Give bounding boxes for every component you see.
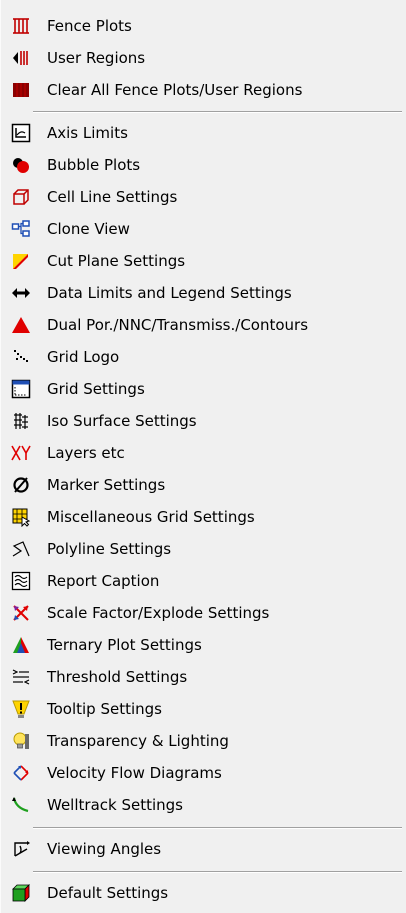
cell-line-icon	[11, 187, 31, 207]
menu-item-label: Report Caption	[47, 572, 160, 590]
viewing-angles-icon	[11, 839, 31, 859]
menu-item-axis-limits[interactable]: Axis Limits	[1, 117, 406, 149]
menu-item-label: Dual Por./NNC/Transmiss./Contours	[47, 316, 309, 334]
menu-item-marker-settings[interactable]: Marker Settings	[1, 469, 406, 501]
layers-icon	[11, 443, 31, 463]
marker-icon	[11, 475, 31, 495]
menu-item-label: Layers etc	[47, 444, 125, 462]
scale-factor-icon	[11, 603, 31, 623]
polyline-icon	[11, 539, 31, 559]
threshold-icon	[11, 667, 31, 687]
menu-item-label: Clone View	[47, 220, 130, 238]
menu-item-report-caption[interactable]: Report Caption	[1, 565, 406, 597]
transparency-icon	[11, 731, 31, 751]
menu-item-welltrack-settings[interactable]: Welltrack Settings	[1, 789, 406, 821]
menu-item-transparency-lighting[interactable]: Transparency & Lighting	[1, 725, 406, 757]
welltrack-icon	[11, 795, 31, 815]
menu-item-cut-plane-settings[interactable]: Cut Plane Settings	[1, 245, 406, 277]
data-limits-icon	[11, 283, 31, 303]
menu-item-clone-view[interactable]: Clone View	[1, 213, 406, 245]
menu-item-polyline-settings[interactable]: Polyline Settings	[1, 533, 406, 565]
menu-item-label: Cut Plane Settings	[47, 252, 186, 270]
menu-item-label: Marker Settings	[47, 476, 166, 494]
menu-item-label: Ternary Plot Settings	[47, 636, 202, 654]
menu-item-grid-settings[interactable]: Grid Settings	[1, 373, 406, 405]
menu-item-label: Welltrack Settings	[47, 796, 183, 814]
menu-item-velocity-flow[interactable]: Velocity Flow Diagrams	[1, 757, 406, 789]
grid-settings-icon	[11, 379, 31, 399]
ternary-plot-icon	[11, 635, 31, 655]
menu-item-label: Tooltip Settings	[47, 700, 162, 718]
menu-item-clear-fence-plots[interactable]: Clear All Fence Plots/User Regions	[1, 74, 406, 106]
menu-item-layers-etc[interactable]: Layers etc	[1, 437, 406, 469]
fence-plots-icon	[11, 16, 31, 36]
menu-item-user-regions[interactable]: User Regions	[1, 42, 406, 74]
menu-item-grid-logo[interactable]: Grid Logo	[1, 341, 406, 373]
tooltip-icon	[11, 699, 31, 719]
menu-item-tooltip-settings[interactable]: Tooltip Settings	[1, 693, 406, 725]
menu-item-label: Clear All Fence Plots/User Regions	[47, 81, 303, 99]
menu-item-label: Scale Factor/Explode Settings	[47, 604, 270, 622]
clear-fence-icon	[11, 80, 31, 100]
context-menu: Fence Plots User Regions Clear All Fence…	[0, 0, 406, 913]
menu-item-dual-por[interactable]: Dual Por./NNC/Transmiss./Contours	[1, 309, 406, 341]
menu-item-label: Bubble Plots	[47, 156, 141, 174]
default-settings-icon	[11, 883, 31, 903]
menu-item-label: Cell Line Settings	[47, 188, 178, 206]
report-caption-icon	[11, 571, 31, 591]
menu-item-label: Threshold Settings	[47, 668, 188, 686]
misc-grid-icon	[11, 507, 31, 527]
grid-logo-icon	[11, 347, 31, 367]
menu-item-iso-surface-settings[interactable]: Iso Surface Settings	[1, 405, 406, 437]
bubble-plots-icon	[11, 155, 31, 175]
menu-item-data-limits[interactable]: Data Limits and Legend Settings	[1, 277, 406, 309]
menu-item-threshold-settings[interactable]: Threshold Settings	[1, 661, 406, 693]
menu-separator	[33, 871, 402, 873]
menu-item-label: Grid Logo	[47, 348, 120, 366]
menu-item-default-settings[interactable]: Default Settings	[1, 877, 406, 909]
menu-item-bubble-plots[interactable]: Bubble Plots	[1, 149, 406, 181]
menu-item-misc-grid-settings[interactable]: Miscellaneous Grid Settings	[1, 501, 406, 533]
menu-item-label: Axis Limits	[47, 124, 128, 142]
menu-item-ternary-plot[interactable]: Ternary Plot Settings	[1, 629, 406, 661]
iso-surface-icon	[11, 411, 31, 431]
clone-view-icon	[11, 219, 31, 239]
cut-plane-icon	[11, 251, 31, 271]
dual-por-icon	[11, 315, 31, 335]
menu-item-label: Grid Settings	[47, 380, 145, 398]
axis-limits-icon	[11, 123, 31, 143]
menu-separator	[33, 827, 402, 829]
menu-item-label: Miscellaneous Grid Settings	[47, 508, 255, 526]
menu-item-cell-line-settings[interactable]: Cell Line Settings	[1, 181, 406, 213]
menu-item-label: Data Limits and Legend Settings	[47, 284, 292, 302]
menu-item-label: Polyline Settings	[47, 540, 172, 558]
menu-item-fence-plots[interactable]: Fence Plots	[1, 10, 406, 42]
menu-separator	[33, 111, 402, 113]
menu-item-label: Fence Plots	[47, 17, 132, 35]
velocity-flow-icon	[11, 763, 31, 783]
menu-item-label: Velocity Flow Diagrams	[47, 764, 222, 782]
menu-item-label: Iso Surface Settings	[47, 412, 197, 430]
user-regions-icon	[11, 48, 31, 68]
menu-item-viewing-angles[interactable]: Viewing Angles	[1, 833, 406, 865]
menu-item-label: Viewing Angles	[47, 840, 162, 858]
menu-item-label: Default Settings	[47, 884, 169, 902]
menu-item-label: User Regions	[47, 49, 146, 67]
menu-item-scale-factor[interactable]: Scale Factor/Explode Settings	[1, 597, 406, 629]
menu-item-label: Transparency & Lighting	[47, 732, 229, 750]
